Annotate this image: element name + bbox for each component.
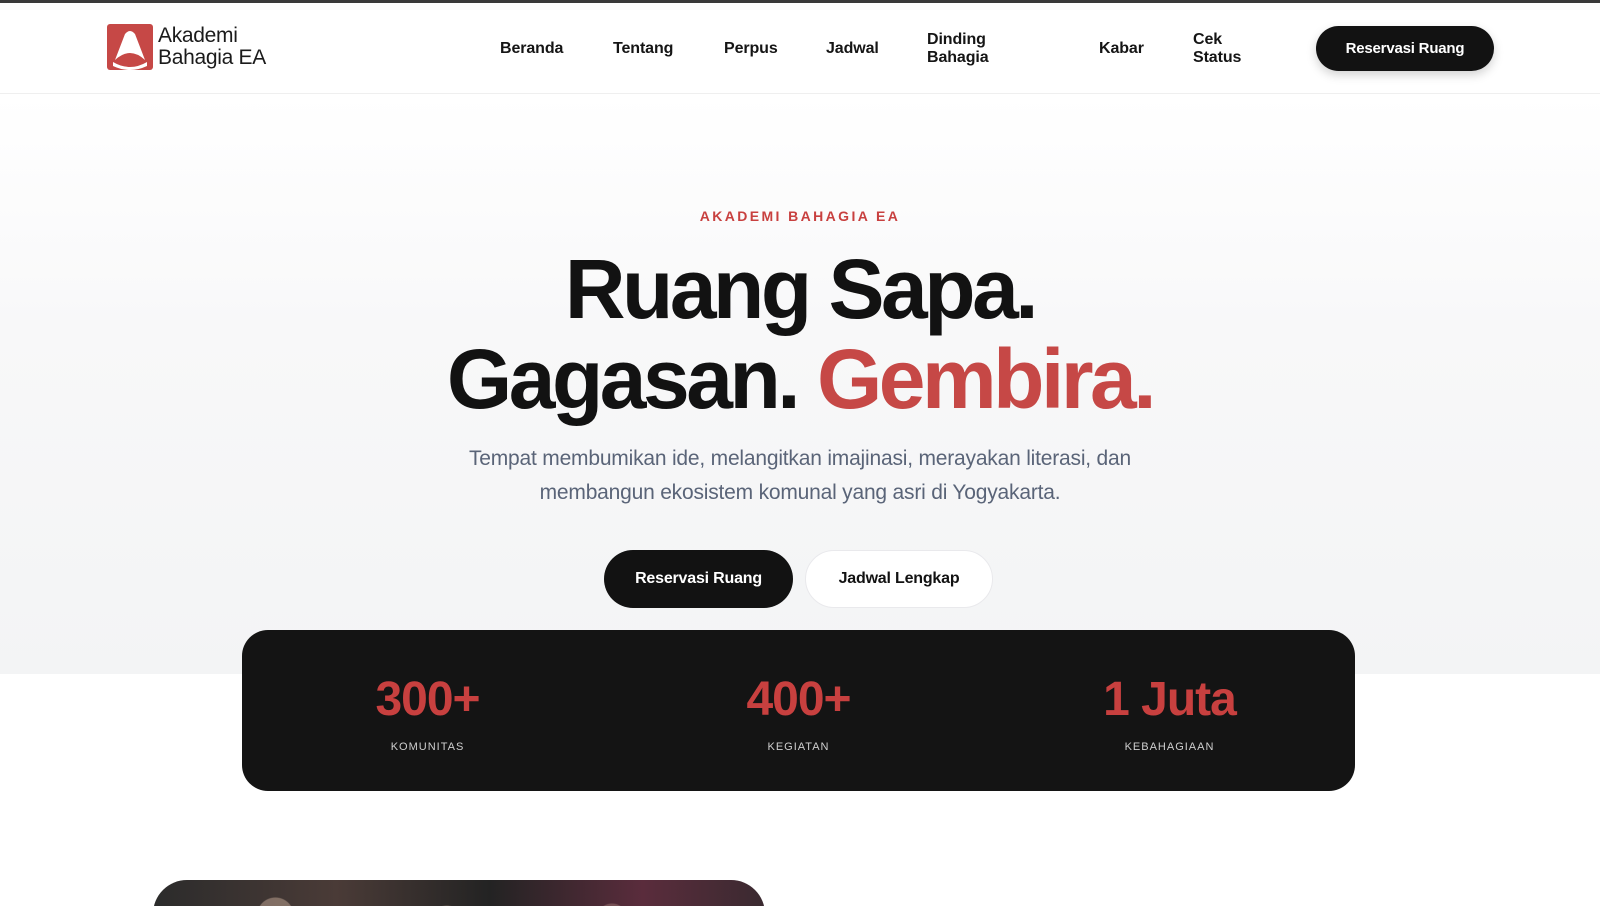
- site-logo-link[interactable]: Akademi Bahagia EA: [107, 24, 266, 70]
- nav-link-cek-status[interactable]: Cek Status: [1193, 31, 1241, 67]
- stat-value: 400+: [746, 673, 851, 726]
- subtitle-line2: membangun ekosistem komunal yang asri di…: [539, 481, 1061, 504]
- brand-name: Akademi Bahagia EA: [158, 25, 266, 69]
- nav-link-perpus[interactable]: Perpus: [724, 40, 778, 58]
- stat-komunitas: 300+ KOMUNITAS: [242, 630, 613, 791]
- nav-link-kabar[interactable]: Kabar: [1099, 40, 1144, 58]
- community-photo: [153, 880, 765, 906]
- stat-kebahagiaan: 1 Juta KEBAHAGIAAN: [984, 630, 1355, 791]
- stat-label: KOMUNITAS: [390, 741, 465, 753]
- site-header: Akademi Bahagia EA Beranda Tentang Perpu…: [0, 3, 1600, 94]
- stats-panel: 300+ KOMUNITAS 400+ KEGIATAN 1 Juta KEBA…: [242, 630, 1355, 791]
- hero-eyebrow: AKADEMI BAHAGIA EA: [699, 208, 901, 224]
- hero-subtitle: Tempat membumikan ide, melangitkan imaji…: [400, 442, 1200, 510]
- stat-label: KEBAHAGIAAN: [1124, 741, 1215, 753]
- stat-value: 300+: [375, 673, 480, 726]
- headline-line2-part1: Gagasan.: [446, 332, 801, 426]
- hero-jadwal-lengkap-button[interactable]: Jadwal Lengkap: [805, 550, 993, 608]
- nav-link-jadwal[interactable]: Jadwal: [826, 40, 879, 58]
- header-reservasi-ruang-button[interactable]: Reservasi Ruang: [1316, 26, 1494, 71]
- stat-kegiatan: 400+ KEGIATAN: [613, 630, 984, 791]
- nav-link-beranda[interactable]: Beranda: [500, 40, 563, 58]
- headline-line1: Ruang Sapa.: [564, 242, 1039, 336]
- headline-line2-accent: Gembira.: [816, 332, 1157, 426]
- nav-link-dinding-bahagia[interactable]: Dinding Bahagia: [927, 31, 989, 67]
- stat-value: 1 Juta: [1103, 673, 1237, 726]
- subtitle-line1: Tempat membumikan ide, melangitkan imaji…: [468, 447, 1131, 470]
- stat-label: KEGIATAN: [767, 741, 830, 753]
- brand-name-line1: Akademi: [158, 24, 238, 47]
- hero-reservasi-ruang-button[interactable]: Reservasi Ruang: [604, 550, 793, 608]
- akademi-bahagia-logo-icon: [107, 24, 153, 70]
- nav-link-tentang[interactable]: Tentang: [613, 40, 673, 58]
- hero-headline: Ruang Sapa. Gagasan. Gembira.: [0, 244, 1600, 424]
- brand-name-line2: Bahagia EA: [158, 46, 266, 69]
